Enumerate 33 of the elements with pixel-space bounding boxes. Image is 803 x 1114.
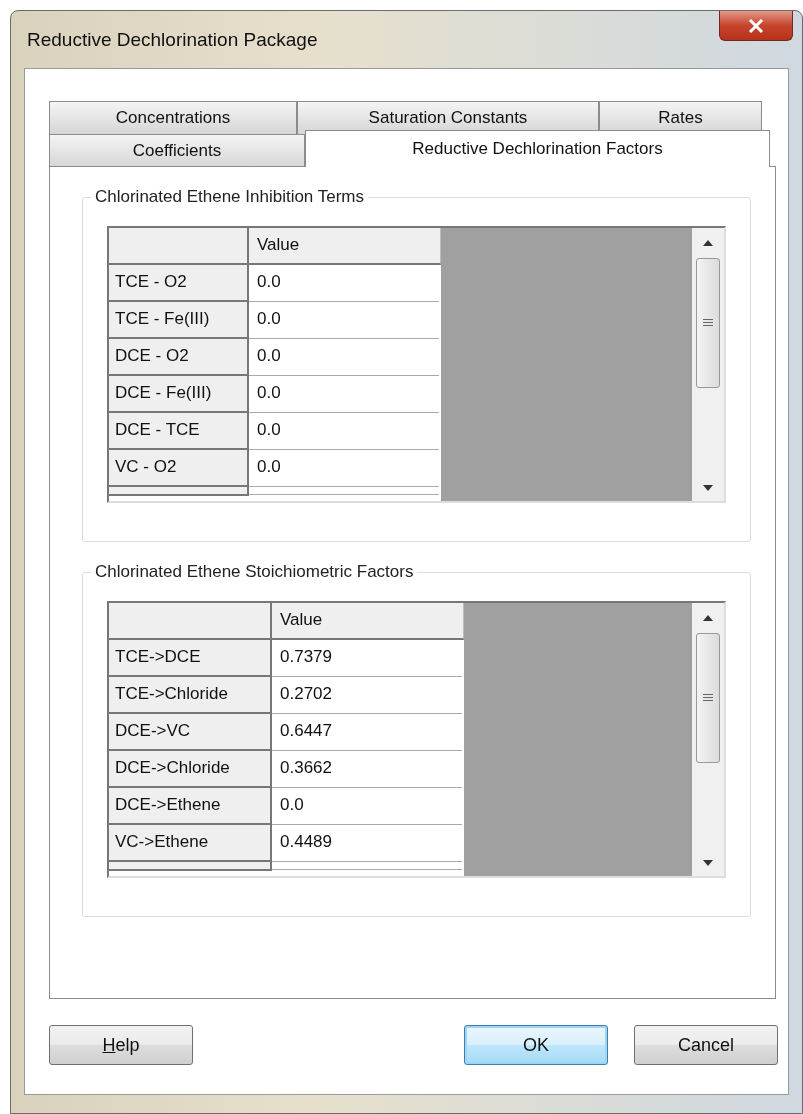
- row-header: DCE->Ethene: [109, 788, 272, 825]
- dialog-button[interactable]: OK: [464, 1025, 608, 1065]
- vertical-scrollbar[interactable]: [692, 228, 724, 501]
- close-button[interactable]: [719, 11, 793, 41]
- row-header: DCE->VC: [109, 714, 272, 751]
- row-header: DCE - O2: [109, 339, 249, 376]
- scroll-thumb[interactable]: [696, 633, 720, 763]
- dialog-button[interactable]: Cancel: [634, 1025, 778, 1065]
- grip-icon: [703, 694, 713, 702]
- row-header: VC - O2: [109, 450, 249, 487]
- tab[interactable]: Concentrations: [49, 101, 297, 134]
- window-title: Reductive Dechlorination Package: [26, 28, 318, 51]
- close-icon: [748, 18, 764, 33]
- scroll-thumb[interactable]: [696, 258, 720, 388]
- column-header: Value: [272, 603, 464, 640]
- tab[interactable]: Reductive Dechlorination Factors: [305, 130, 770, 167]
- scroll-down-icon[interactable]: [703, 860, 713, 866]
- row-header: DCE - TCE: [109, 413, 249, 450]
- grip-icon: [703, 319, 713, 327]
- vertical-scrollbar[interactable]: [692, 603, 724, 876]
- tab[interactable]: Coefficients: [49, 134, 305, 167]
- dialog-button[interactable]: Help: [49, 1025, 193, 1065]
- scroll-up-icon[interactable]: [703, 240, 713, 246]
- row-header: DCE->Chloride: [109, 751, 272, 788]
- scroll-down-icon[interactable]: [703, 485, 713, 491]
- row-header: TCE - O2: [109, 265, 249, 302]
- row-header: TCE - Fe(III): [109, 302, 249, 339]
- row-header: VC->Ethene: [109, 825, 272, 862]
- scroll-up-icon[interactable]: [703, 615, 713, 621]
- row-header: TCE->DCE: [109, 640, 272, 677]
- row-header: TCE->Chloride: [109, 677, 272, 714]
- column-header: Value: [249, 228, 441, 265]
- row-header: DCE - Fe(III): [109, 376, 249, 413]
